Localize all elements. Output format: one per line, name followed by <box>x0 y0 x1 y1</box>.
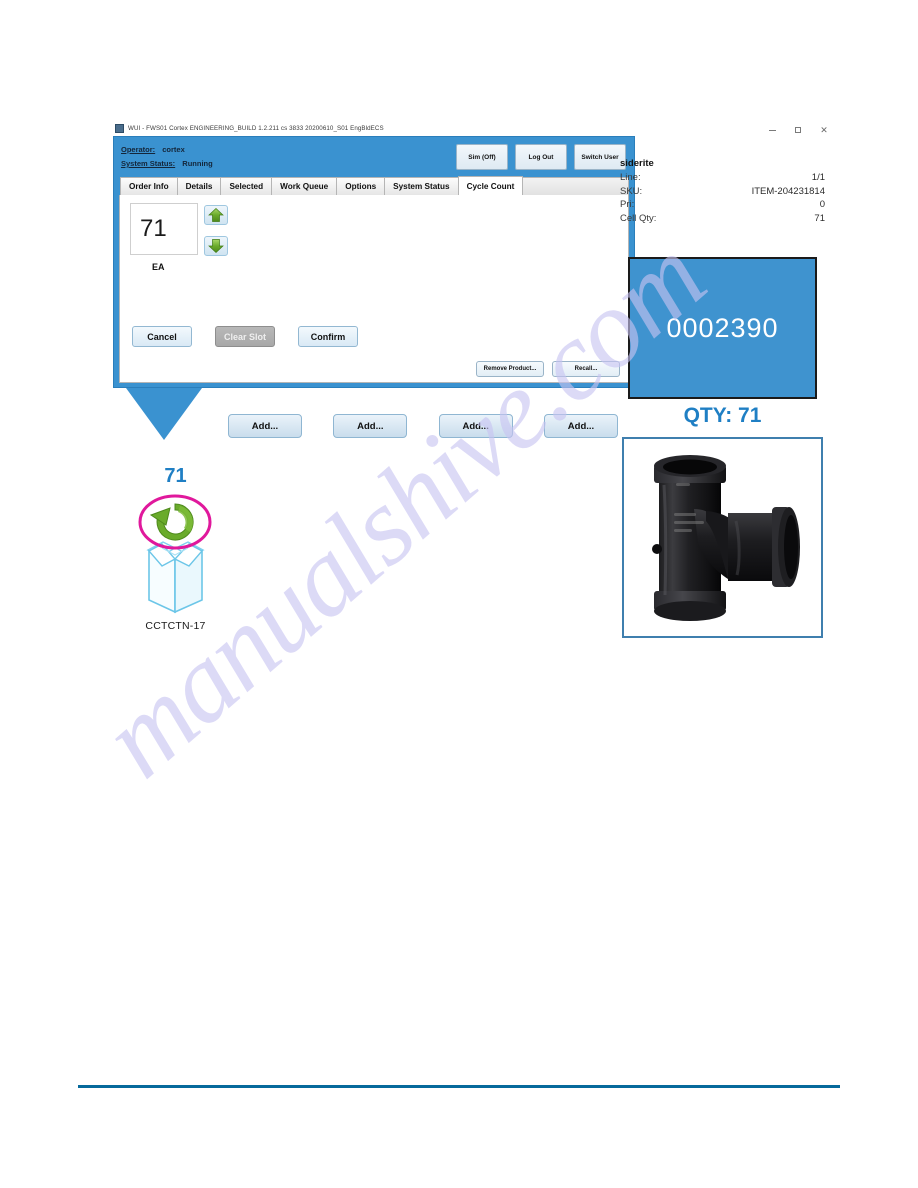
switch-user-button[interactable]: Switch User <box>574 144 626 170</box>
operator-line: Operator: cortex <box>121 145 213 154</box>
tab-system-status[interactable]: System Status <box>384 177 458 195</box>
application-window: WUI - FWS01 Cortex ENGINEERING_BUILD 1.2… <box>113 121 635 388</box>
tab-details[interactable]: Details <box>176 177 221 195</box>
item-info-panel: siderite Line: 1/1 SKU: ITEM-204231814 P… <box>620 158 825 226</box>
quantity-value: 71 <box>140 215 167 242</box>
info-row-pri: Pri: 0 <box>620 199 825 210</box>
carton-label: CCTCTN-17 <box>145 620 206 632</box>
status-lines: Operator: cortex System Status: Running <box>121 144 213 173</box>
add-button-4[interactable]: Add... <box>543 414 618 438</box>
header-buttons: Sim (Off) Log Out Switch User <box>456 144 627 170</box>
system-status-line: System Status: Running <box>121 159 213 168</box>
window-title: WUI - FWS01 Cortex ENGINEERING_BUILD 1.2… <box>128 125 384 132</box>
add-button-2[interactable]: Add... <box>333 414 408 438</box>
log-out-button[interactable]: Log Out <box>515 144 567 170</box>
carton-widget[interactable]: 71 CCTCTN-17 <box>118 466 233 632</box>
info-value-cell-qty: 71 <box>814 212 825 224</box>
info-value-pri: 0 <box>819 199 825 210</box>
callout-pointer <box>126 388 202 440</box>
carton-artwork <box>118 488 233 618</box>
pick-display-box: 0002390 <box>628 257 817 399</box>
info-key-line: Line: <box>620 172 641 183</box>
unit-label: EA <box>152 262 165 272</box>
add-button-1[interactable]: Add... <box>228 414 302 438</box>
refresh-arrow-icon <box>149 503 194 541</box>
confirm-button[interactable]: Confirm <box>298 326 358 347</box>
info-row-cell-qty: Cell Qty: 71 <box>620 213 825 224</box>
application-icon <box>115 124 124 133</box>
system-status-value: Running <box>182 159 213 168</box>
open-carton-icon <box>146 541 205 614</box>
info-value-sku: ITEM-204231814 <box>751 185 825 197</box>
tab-strip-filler <box>523 177 629 195</box>
cycle-count-panel: 71 EA Cancel Clear Slot Confirm Remove P… <box>119 195 629 383</box>
remove-product-button[interactable]: Remove Product... <box>476 361 544 377</box>
sim-toggle-button[interactable]: Sim (Off) <box>456 144 508 170</box>
system-status-label: System Status: <box>121 159 176 168</box>
item-name: siderite <box>620 158 654 169</box>
footer-rule <box>78 1085 840 1088</box>
operator-value: cortex <box>162 145 185 154</box>
tab-work-queue[interactable]: Work Queue <box>271 177 337 195</box>
tab-selected[interactable]: Selected <box>220 177 272 195</box>
info-key-sku: SKU: <box>620 185 643 197</box>
tab-options[interactable]: Options <box>336 177 385 195</box>
clear-slot-button[interactable]: Clear Slot <box>215 326 275 347</box>
arrow-down-icon[interactable] <box>204 236 228 256</box>
operator-label: Operator: <box>121 145 156 154</box>
tab-strip: Order Info Details Selected Work Queue O… <box>119 176 629 195</box>
add-button-3[interactable]: Add... <box>438 414 513 438</box>
secondary-action-buttons: Remove Product... Recall... <box>476 361 620 377</box>
arrow-up-icon[interactable] <box>204 205 228 225</box>
tab-order-info[interactable]: Order Info <box>120 177 177 195</box>
info-row-sku: SKU: ITEM-204231814 <box>620 186 825 197</box>
window-titlebar: WUI - FWS01 Cortex ENGINEERING_BUILD 1.2… <box>113 121 635 136</box>
minimize-icon[interactable] <box>763 123 781 137</box>
product-photo <box>622 437 823 638</box>
application-header: Operator: cortex System Status: Running … <box>119 142 629 176</box>
quantity-row: 71 <box>130 203 618 256</box>
quantity-input[interactable]: 71 <box>130 203 198 255</box>
qty-caption: QTY: 71 <box>683 404 762 427</box>
info-row-line: Line: 1/1 <box>620 172 825 183</box>
carton-quantity: 71 <box>164 465 187 487</box>
maximize-icon[interactable] <box>789 123 807 137</box>
add-button-row: Add... Add... Add... Add... <box>228 414 618 438</box>
info-key-cell-qty: Cell Qty: <box>620 212 657 224</box>
close-icon[interactable]: ✕ <box>815 123 833 137</box>
cancel-button[interactable]: Cancel <box>132 326 192 347</box>
application-body: Operator: cortex System Status: Running … <box>113 136 635 388</box>
display-number: 0002390 <box>666 312 779 343</box>
window-controls: ✕ <box>763 122 833 138</box>
tab-cycle-count[interactable]: Cycle Count <box>457 176 524 195</box>
action-buttons: Cancel Clear Slot Confirm <box>132 326 358 347</box>
info-value-line: 1/1 <box>811 172 825 183</box>
quantity-stepper <box>204 203 228 256</box>
info-key-pri: Pri: <box>620 199 635 210</box>
recall-button[interactable]: Recall... <box>552 361 620 377</box>
